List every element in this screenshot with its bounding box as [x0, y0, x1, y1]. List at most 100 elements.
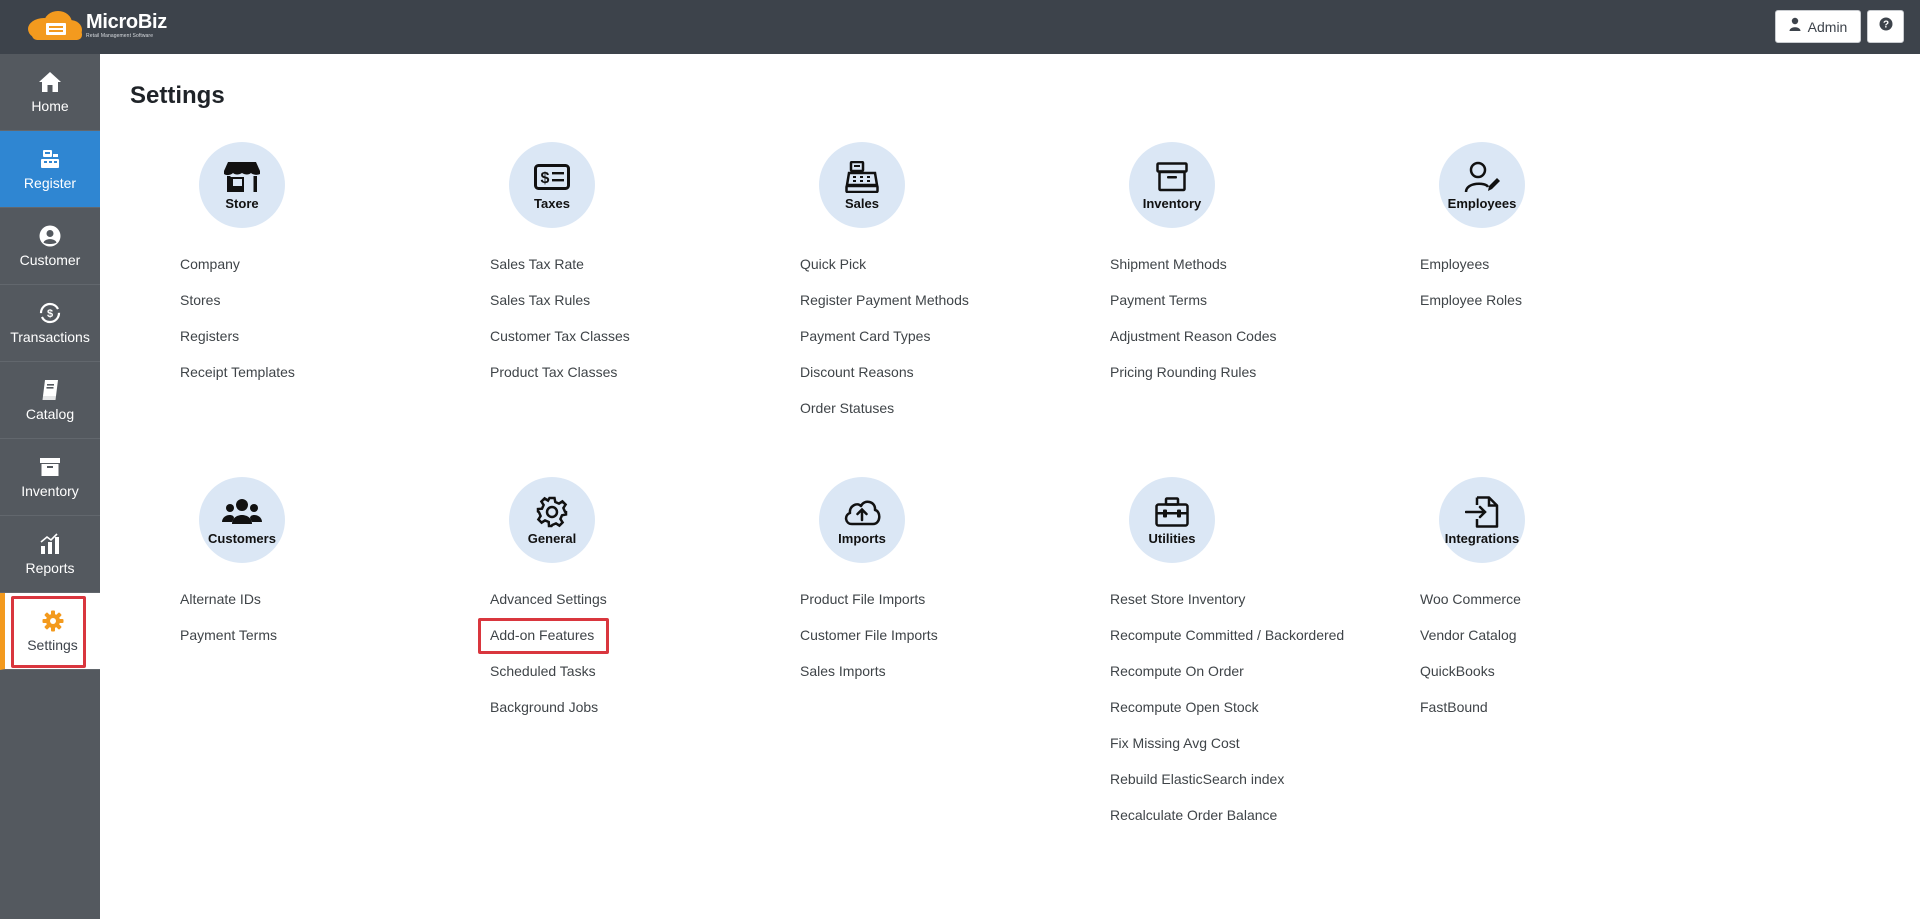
link-receipt-templates[interactable]: Receipt Templates	[180, 363, 295, 399]
integrations-label: Integrations	[1444, 530, 1520, 546]
toolbox-icon	[1152, 495, 1192, 529]
link-quick-pick[interactable]: Quick Pick	[800, 255, 969, 291]
logo-subtitle: Retail Management Software	[86, 32, 154, 39]
taxes-tile[interactable]: $ Taxes	[509, 142, 595, 228]
file-import-icon	[1462, 495, 1502, 529]
link-employees[interactable]: Employees	[1420, 255, 1522, 291]
customers-tile[interactable]: Customers	[199, 477, 285, 563]
sidebar-label-register: Register	[23, 175, 77, 191]
link-add-on-features[interactable]: Add-on Features	[478, 618, 609, 662]
general-label: General	[527, 530, 577, 546]
help-button[interactable]: ?	[1867, 10, 1904, 43]
gear-icon	[41, 609, 65, 633]
link-sales-tax-rate[interactable]: Sales Tax Rate	[490, 255, 630, 291]
link-registers[interactable]: Registers	[180, 327, 295, 363]
link-sales-tax-rules[interactable]: Sales Tax Rules	[490, 291, 630, 327]
link-woo-commerce[interactable]: Woo Commerce	[1420, 590, 1521, 626]
sidebar-item-catalog[interactable]: Catalog	[0, 362, 100, 439]
link-customer-file-imports[interactable]: Customer File Imports	[800, 626, 938, 662]
sidebar-item-reports[interactable]: Reports	[0, 516, 100, 593]
home-icon	[38, 70, 62, 94]
cash-register-icon	[842, 160, 882, 194]
sidebar-item-transactions[interactable]: $ Transactions	[0, 285, 100, 362]
inventory-links: Shipment Methods Payment Terms Adjustmen…	[1110, 255, 1277, 399]
sales-tile[interactable]: Sales	[819, 142, 905, 228]
link-quickbooks[interactable]: QuickBooks	[1420, 662, 1521, 698]
sidebar-label-transactions: Transactions	[10, 329, 90, 345]
link-pricing-rounding-rules[interactable]: Pricing Rounding Rules	[1110, 363, 1277, 399]
link-reset-store-inventory[interactable]: Reset Store Inventory	[1110, 590, 1344, 626]
link-adjustment-reason-codes[interactable]: Adjustment Reason Codes	[1110, 327, 1277, 363]
sales-label: Sales	[845, 195, 879, 211]
store-links: Company Stores Registers Receipt Templat…	[180, 255, 295, 399]
sidebar-item-home[interactable]: Home	[0, 54, 100, 131]
user-circle-icon	[38, 224, 62, 248]
link-recompute-on-order[interactable]: Recompute On Order	[1110, 662, 1344, 698]
link-fix-missing-avg-cost[interactable]: Fix Missing Avg Cost	[1110, 734, 1344, 770]
general-tile[interactable]: General	[509, 477, 595, 563]
imports-links: Product File Imports Customer File Impor…	[800, 590, 938, 698]
link-product-file-imports[interactable]: Product File Imports	[800, 590, 938, 626]
link-payment-terms[interactable]: Payment Terms	[1110, 291, 1277, 327]
store-tile[interactable]: Store	[199, 142, 285, 228]
money-bill-icon: $	[532, 160, 572, 194]
link-stores[interactable]: Stores	[180, 291, 295, 327]
sidebar-nav: Home Register Customer $ Transactions Ca…	[0, 54, 100, 919]
utilities-tile[interactable]: Utilities	[1129, 477, 1215, 563]
link-vendor-catalog[interactable]: Vendor Catalog	[1420, 626, 1521, 662]
sidebar-item-register[interactable]: Register	[0, 131, 100, 208]
link-customer-payment-terms[interactable]: Payment Terms	[180, 626, 277, 662]
link-customer-tax-classes[interactable]: Customer Tax Classes	[490, 327, 630, 363]
help-label: ?	[1882, 20, 1888, 31]
sidebar-item-inventory[interactable]: Inventory	[0, 439, 100, 516]
link-recompute-committed-backordered[interactable]: Recompute Committed / Backordered	[1110, 626, 1344, 662]
link-scheduled-tasks[interactable]: Scheduled Tasks	[490, 662, 607, 698]
svg-text:$: $	[541, 170, 550, 187]
link-background-jobs[interactable]: Background Jobs	[490, 698, 607, 734]
taxes-links: Sales Tax Rate Sales Tax Rules Customer …	[490, 255, 630, 399]
archive-icon	[1152, 160, 1192, 194]
link-discount-reasons[interactable]: Discount Reasons	[800, 363, 969, 399]
cloud-register-logo-icon	[24, 9, 84, 41]
user-icon	[1789, 17, 1801, 36]
imports-label: Imports	[838, 530, 886, 546]
archive-icon	[38, 455, 62, 479]
customers-links: Alternate IDs Payment Terms	[180, 590, 277, 662]
link-sales-imports[interactable]: Sales Imports	[800, 662, 938, 698]
main-content: Settings Store Company Stores Registers …	[100, 54, 1920, 919]
users-icon	[222, 495, 262, 529]
sales-links: Quick Pick Register Payment Methods Paym…	[800, 255, 969, 435]
link-payment-card-types[interactable]: Payment Card Types	[800, 327, 969, 363]
link-order-statuses[interactable]: Order Statuses	[800, 399, 969, 435]
link-company[interactable]: Company	[180, 255, 295, 291]
integrations-links: Woo Commerce Vendor Catalog QuickBooks F…	[1420, 590, 1521, 734]
sidebar-label-settings: Settings	[27, 637, 78, 653]
link-product-tax-classes[interactable]: Product Tax Classes	[490, 363, 630, 399]
link-fastbound[interactable]: FastBound	[1420, 698, 1521, 734]
bar-chart-icon	[38, 532, 62, 556]
link-recompute-open-stock[interactable]: Recompute Open Stock	[1110, 698, 1344, 734]
link-employee-roles[interactable]: Employee Roles	[1420, 291, 1522, 327]
admin-user-button[interactable]: Admin	[1775, 10, 1861, 43]
link-rebuild-elasticsearch-index[interactable]: Rebuild ElasticSearch index	[1110, 770, 1344, 806]
link-alternate-ids[interactable]: Alternate IDs	[180, 590, 277, 626]
integrations-tile[interactable]: Integrations	[1439, 477, 1525, 563]
employees-label: Employees	[1447, 195, 1517, 211]
microbiz-logo[interactable]: MicroBiz Retail Management Software	[24, 9, 167, 41]
link-shipment-methods[interactable]: Shipment Methods	[1110, 255, 1277, 291]
gear-icon	[532, 495, 572, 529]
sidebar-label-catalog: Catalog	[25, 406, 75, 422]
store-icon	[222, 160, 262, 194]
imports-tile[interactable]: Imports	[819, 477, 905, 563]
sidebar-label-home: Home	[31, 98, 69, 114]
link-register-payment-methods[interactable]: Register Payment Methods	[800, 291, 969, 327]
link-recalculate-order-balance[interactable]: Recalculate Order Balance	[1110, 806, 1344, 842]
sidebar-item-customer[interactable]: Customer	[0, 208, 100, 285]
logo-title: MicroBiz	[86, 10, 167, 33]
sidebar-item-settings[interactable]: Settings	[0, 593, 100, 670]
employees-links: Employees Employee Roles	[1420, 255, 1522, 327]
employees-tile[interactable]: Employees	[1439, 142, 1525, 228]
inventory-tile[interactable]: Inventory	[1129, 142, 1215, 228]
inventory-label: Inventory	[1142, 195, 1202, 211]
logo-text: MicroBiz Retail Management Software	[86, 12, 167, 39]
